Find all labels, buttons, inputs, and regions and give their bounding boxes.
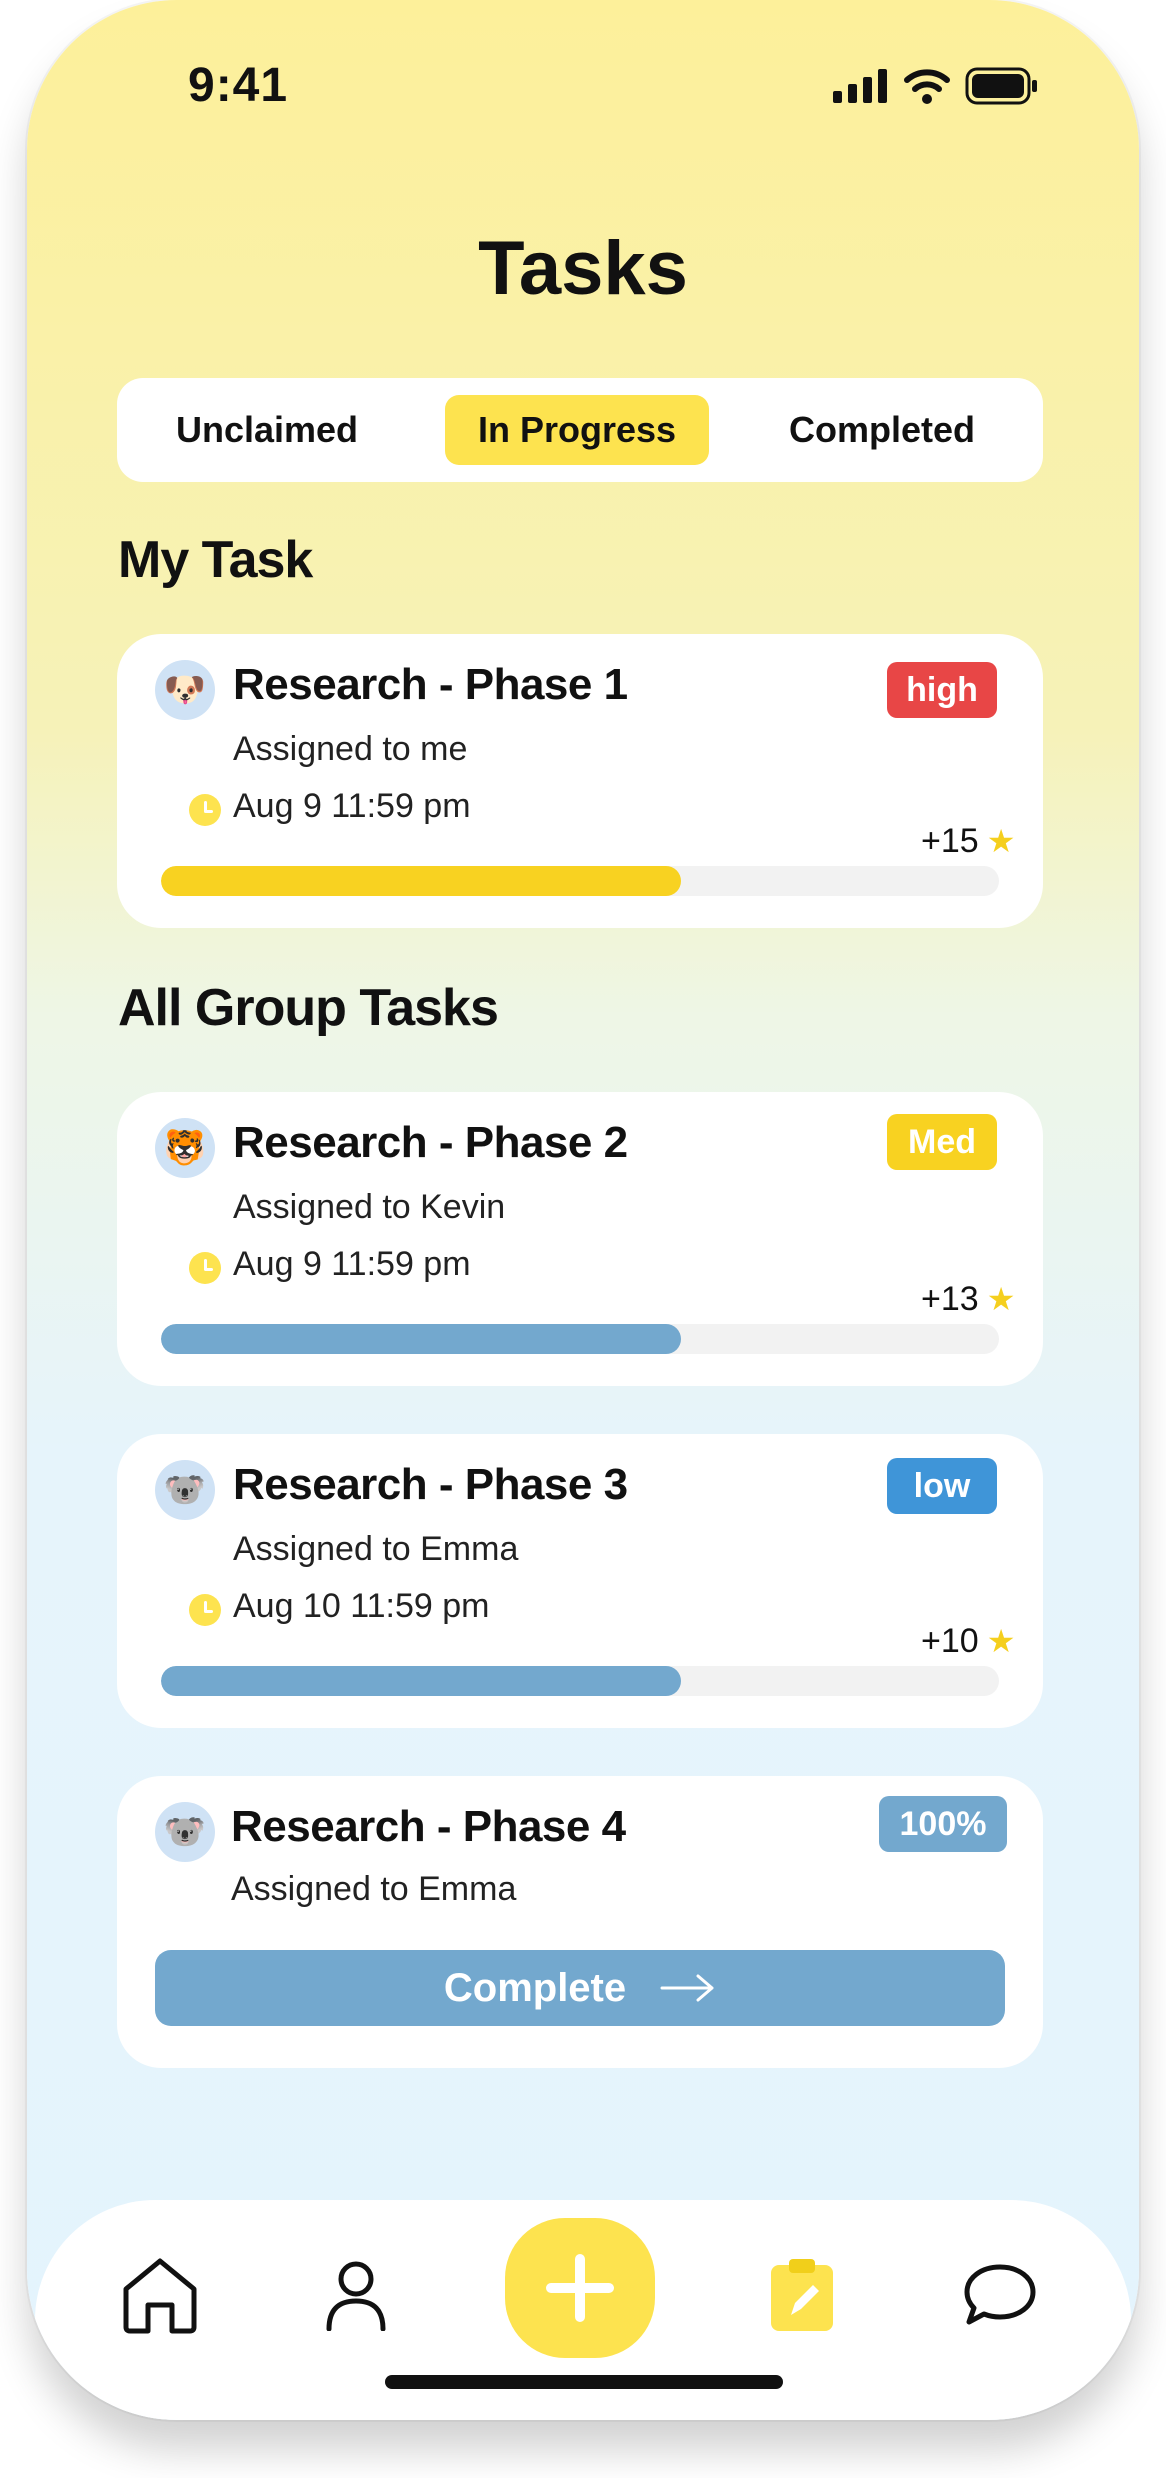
clock-icon	[189, 1594, 221, 1626]
status-tabs: Unclaimed In Progress Completed	[117, 378, 1043, 482]
group-tasks-heading: All Group Tasks	[118, 979, 499, 1037]
assigned-label: Assigned to Emma	[231, 1870, 517, 1908]
due-date: Aug 9 11:59 pm	[233, 1245, 471, 1283]
progress-bar	[161, 1324, 999, 1354]
tab-completed[interactable]: Completed	[757, 395, 1007, 465]
star-icon: ★	[986, 1281, 1016, 1317]
profile-icon[interactable]	[311, 2250, 401, 2340]
status-icons	[833, 66, 1039, 106]
status-time: 9:41	[188, 59, 289, 112]
wifi-icon	[904, 69, 950, 104]
tiger-avatar-icon: 🐯	[155, 1118, 215, 1178]
cellular-signal-icon	[833, 69, 887, 103]
battery-icon	[965, 67, 1037, 105]
complete-button[interactable]: Complete	[155, 1950, 1005, 2026]
star-icon: ★	[986, 1623, 1016, 1659]
clock-icon	[189, 794, 221, 826]
points-reward: +13 ★	[921, 1280, 1016, 1318]
task-card-phase-4[interactable]: 🐨 Research - Phase 4 100% Assigned to Em…	[117, 1776, 1043, 2068]
progress-fill	[161, 866, 681, 896]
add-task-button[interactable]	[505, 2218, 655, 2358]
chat-icon[interactable]	[955, 2250, 1045, 2340]
complete-button-label: Complete	[443, 1965, 627, 2010]
assigned-label: Assigned to me	[233, 730, 468, 768]
bottom-nav	[35, 2200, 1131, 2420]
due-date: Aug 9 11:59 pm	[233, 787, 471, 825]
completion-percent-badge: 100%	[879, 1796, 1007, 1852]
assigned-label: Assigned to Kevin	[233, 1188, 506, 1226]
task-title: Research - Phase 1	[233, 660, 628, 709]
star-icon: ★	[986, 823, 1016, 859]
task-card-phase-1[interactable]: 🐶 Research - Phase 1 high Assigned to me…	[117, 634, 1043, 928]
priority-badge: Med	[887, 1114, 997, 1170]
home-indicator	[385, 2375, 783, 2389]
task-title: Research - Phase 3	[233, 1460, 628, 1509]
tab-unclaimed[interactable]: Unclaimed	[147, 395, 387, 465]
koala-avatar-icon: 🐨	[155, 1460, 215, 1520]
puppy-avatar-icon: 🐶	[155, 660, 215, 720]
priority-badge: low	[887, 1458, 997, 1514]
tasks-clipboard-icon[interactable]	[757, 2250, 847, 2340]
task-card-phase-3[interactable]: 🐨 Research - Phase 3 low Assigned to Emm…	[117, 1434, 1043, 1728]
my-task-heading: My Task	[118, 531, 313, 589]
due-date: Aug 10 11:59 pm	[233, 1587, 490, 1625]
home-icon[interactable]	[115, 2250, 205, 2340]
page-title: Tasks	[478, 226, 688, 311]
progress-bar	[161, 866, 999, 896]
progress-fill	[161, 1324, 681, 1354]
priority-badge: high	[887, 662, 997, 718]
points-reward: +15 ★	[921, 822, 1016, 860]
progress-bar	[161, 1666, 999, 1696]
task-card-phase-2[interactable]: 🐯 Research - Phase 2 Med Assigned to Kev…	[117, 1092, 1043, 1386]
points-reward: +10 ★	[921, 1622, 1016, 1660]
tab-in-progress[interactable]: In Progress	[445, 395, 709, 465]
status-bar: 9:41	[27, 0, 1139, 160]
progress-fill	[161, 1666, 681, 1696]
arrow-right-icon	[660, 1974, 714, 2002]
task-title: Research - Phase 4	[231, 1802, 626, 1851]
assigned-label: Assigned to Emma	[233, 1530, 519, 1568]
clock-icon	[189, 1252, 221, 1284]
phone-frame: 9:41 Tasks Unclaimed In Progress Complet…	[27, 0, 1139, 2420]
koala-avatar-icon: 🐨	[155, 1802, 215, 1862]
task-title: Research - Phase 2	[233, 1118, 628, 1167]
add-icon	[546, 2254, 614, 2322]
